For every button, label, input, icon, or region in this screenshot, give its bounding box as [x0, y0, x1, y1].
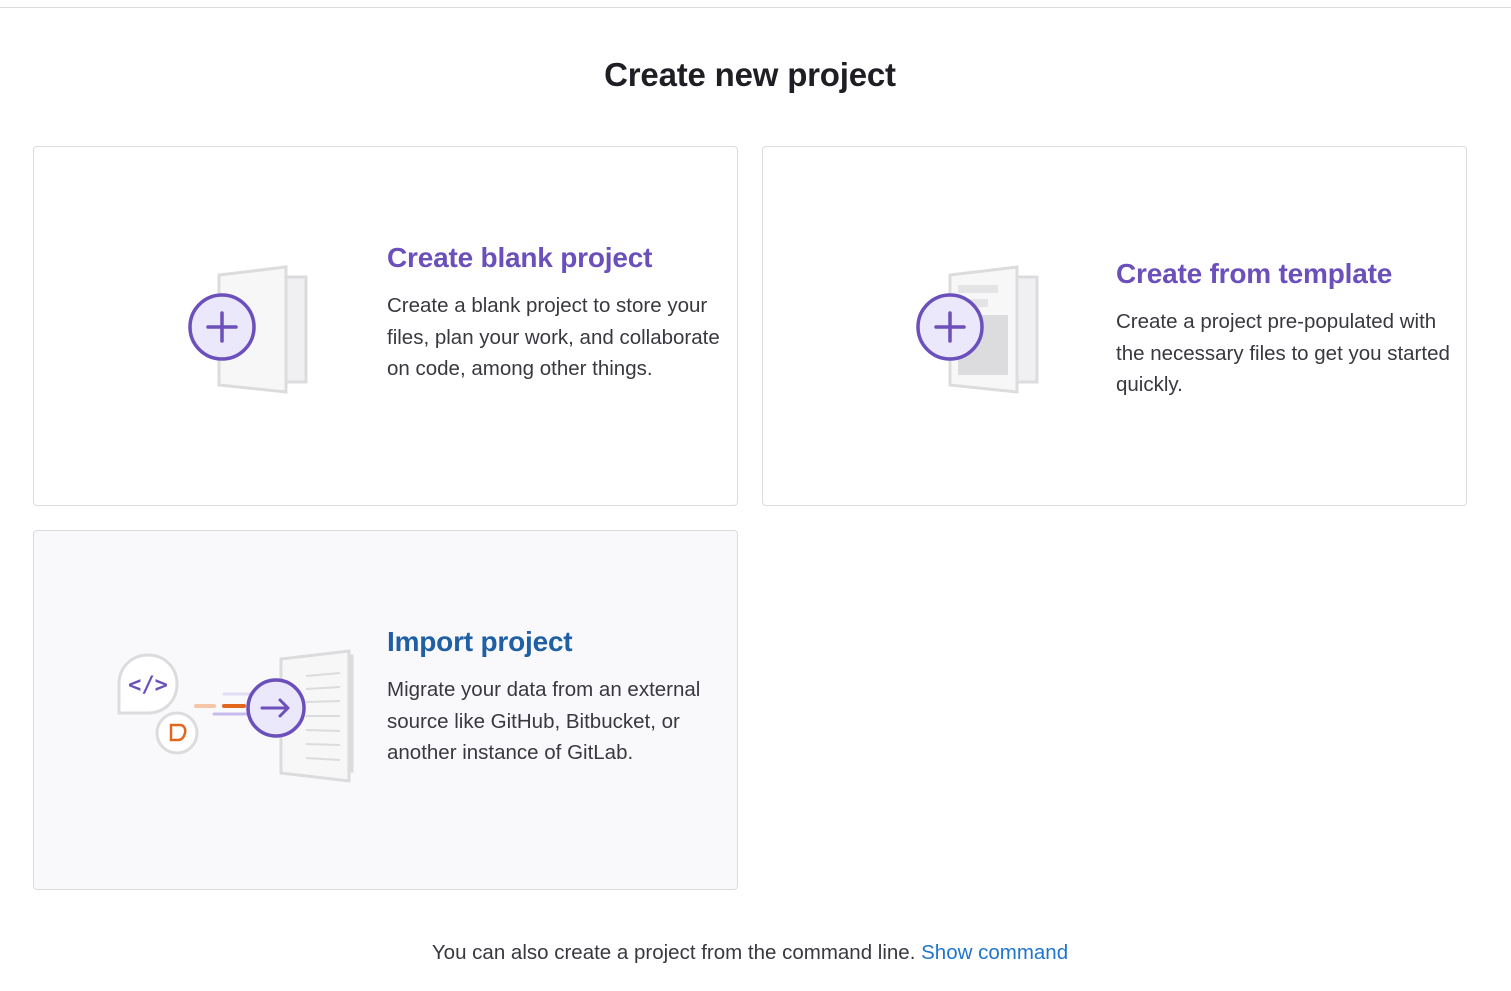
top-divider [0, 7, 1511, 8]
card-description: Create a blank project to store your fil… [387, 294, 720, 380]
card-title: Create blank project [387, 242, 653, 273]
card-title: Create from template [1116, 258, 1393, 289]
card-description: Create a project pre-populated with the … [1116, 310, 1450, 396]
command-line-hint: You can also create a project from the c… [0, 941, 1500, 965]
create-blank-project-card[interactable]: Create blank project Create a blank proj… [33, 146, 738, 506]
card-title: Import project [387, 626, 573, 657]
import-project-card[interactable]: </> Import project Migrate your data fro… [33, 530, 738, 890]
page-title: Create new project [604, 56, 896, 93]
create-from-template-card[interactable]: Create from template Create a project pr… [762, 146, 1467, 506]
svg-text:</>: </> [128, 673, 168, 698]
card-description: Migrate your data from an external sourc… [387, 678, 701, 764]
template-document-icon [916, 265, 1039, 394]
command-line-text: You can also create a project from the c… [431, 941, 916, 964]
show-command-link[interactable]: Show command [921, 941, 1068, 964]
plus-document-icon [188, 265, 308, 394]
import-document-icon: </> [117, 649, 354, 783]
